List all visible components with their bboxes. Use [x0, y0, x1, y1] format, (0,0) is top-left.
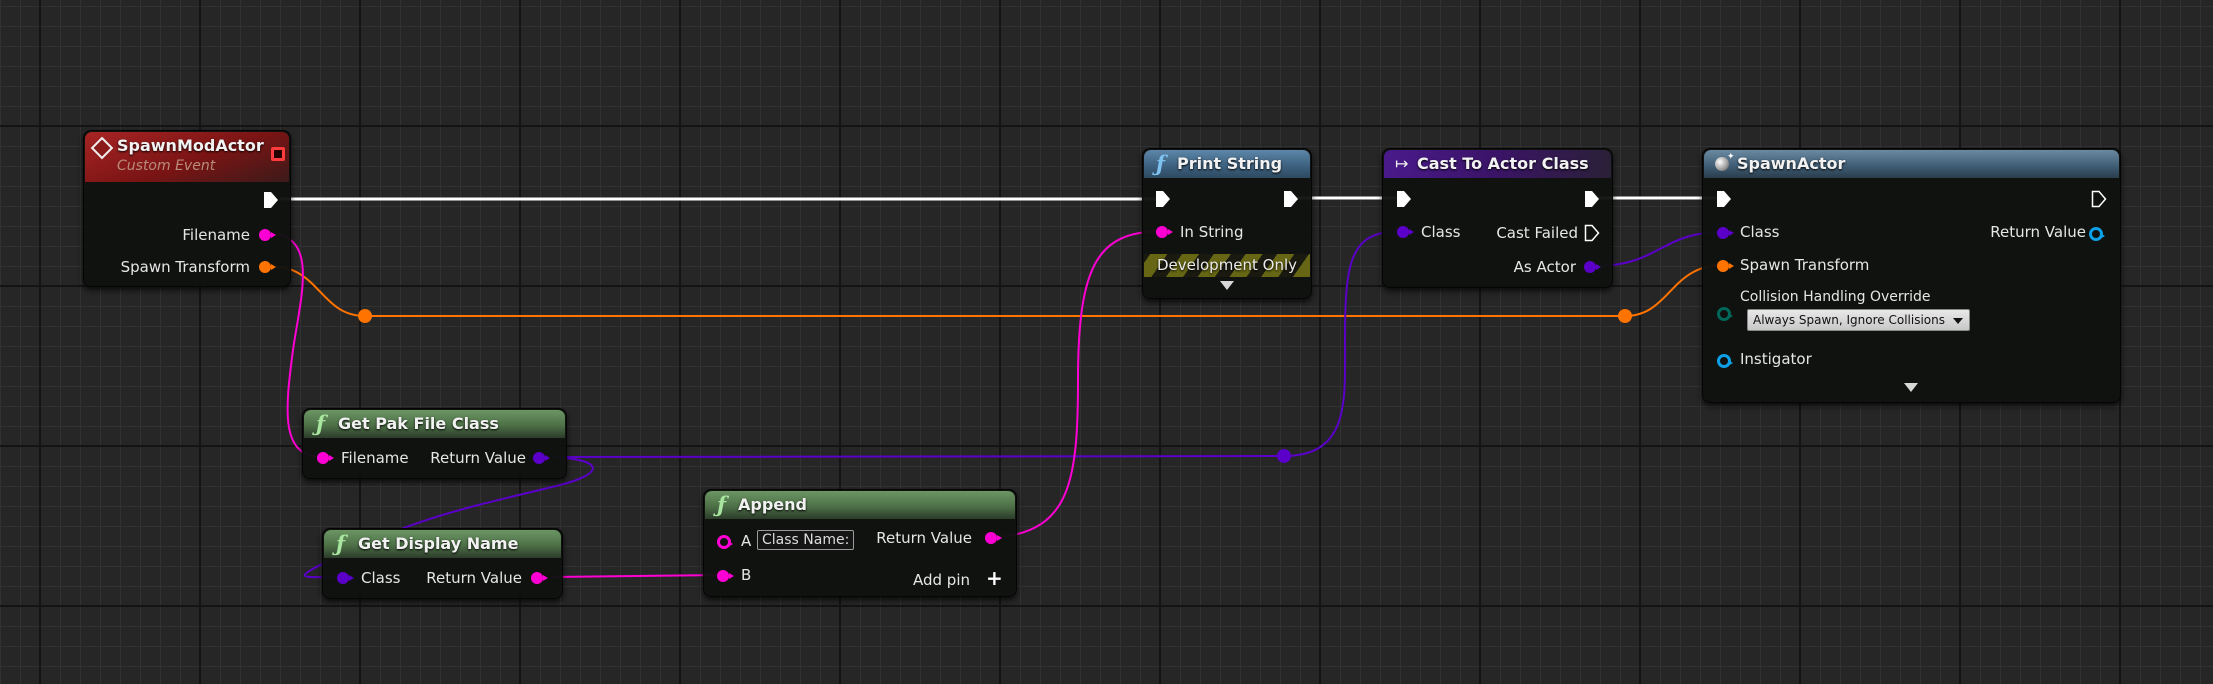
- pin-label-class: Class: [1740, 223, 1780, 241]
- node-title: Get Pak File Class: [338, 414, 499, 433]
- spawn-transform-output-pin[interactable]: [259, 261, 276, 273]
- node-spawn-actor[interactable]: ✦ SpawnActor Class Return Value Spawn Tr…: [1702, 148, 2121, 403]
- pin-label-return-value: Return Value: [1990, 223, 2086, 241]
- exec-in-pin[interactable]: [1396, 190, 1412, 208]
- cast-arrow-icon: ↦: [1395, 154, 1409, 173]
- development-only-label: Development Only: [1156, 256, 1298, 274]
- node-append[interactable]: ƒ Append A Class Name: Return Value B Ad…: [703, 489, 1017, 597]
- function-icon: ƒ: [1156, 151, 1166, 176]
- delegate-pin-icon[interactable]: [271, 147, 285, 161]
- append-to-print-wire[interactable]: [999, 230, 1163, 538]
- class-input-pin[interactable]: [1397, 226, 1414, 238]
- return-value-output-pin[interactable]: [985, 532, 1002, 544]
- return-value-output-pin[interactable]: [2089, 227, 2105, 241]
- exec-out-pin[interactable]: [2091, 190, 2107, 208]
- class-input-pin[interactable]: [1717, 227, 1734, 239]
- collision-handling-value: Always Spawn, Ignore Collisions: [1753, 313, 1945, 327]
- pin-label-class: Class: [1421, 223, 1461, 241]
- filename-output-pin[interactable]: [259, 229, 276, 241]
- pin-label-class: Class: [361, 569, 401, 587]
- return-value-output-pin[interactable]: [531, 572, 548, 584]
- function-icon: ƒ: [316, 411, 326, 436]
- cast-failed-exec-pin[interactable]: [1584, 224, 1600, 242]
- collision-handling-dropdown[interactable]: Always Spawn, Ignore Collisions: [1747, 309, 1970, 331]
- pin-label-in-string: In String: [1180, 223, 1244, 241]
- pin-label-cast-failed: Cast Failed: [1496, 224, 1578, 242]
- return-value-output-pin[interactable]: [533, 452, 550, 464]
- in-string-input-pin[interactable]: [1156, 226, 1173, 238]
- collision-handling-input-pin[interactable]: [1717, 307, 1733, 321]
- node-cast-to-actor-class[interactable]: ↦ Cast To Actor Class Class Cast Failed …: [1382, 148, 1613, 288]
- pin-label-a: A: [741, 532, 752, 550]
- node-subtitle: Custom Event: [117, 158, 216, 174]
- a-value-input[interactable]: Class Name:: [757, 530, 855, 550]
- pin-label-collision-handling-override: Collision Handling Override: [1740, 289, 1931, 305]
- development-only-banner: Development Only: [1144, 254, 1310, 277]
- pin-label-instigator: Instigator: [1740, 350, 1812, 368]
- node-title: Get Display Name: [358, 534, 519, 553]
- node-title: Cast To Actor Class: [1417, 154, 1589, 173]
- plus-icon[interactable]: +: [986, 566, 1003, 590]
- node-spawn-mod-actor[interactable]: SpawnModActor Custom Event Filename Spaw…: [83, 130, 291, 287]
- filename-input-pin[interactable]: [317, 452, 334, 464]
- a-input-pin[interactable]: [717, 535, 733, 549]
- pin-label-b: B: [741, 566, 752, 584]
- node-title: SpawnModActor: [117, 136, 264, 155]
- node-title: Print String: [1177, 154, 1283, 173]
- spark-icon: ✦: [1727, 152, 1735, 162]
- node-get-pak-file-class[interactable]: ƒ Get Pak File Class Filename Return Val…: [302, 408, 567, 479]
- add-pin-button[interactable]: Add pin: [913, 571, 970, 589]
- node-print-string[interactable]: ƒ Print String In String Development Onl…: [1142, 148, 1312, 299]
- reroute-knot-transform-left[interactable]: [358, 309, 372, 323]
- exec-in-pin[interactable]: [1155, 190, 1171, 208]
- node-get-display-name[interactable]: ƒ Get Display Name Class Return Value: [322, 528, 563, 599]
- expand-arrow-icon[interactable]: [1220, 281, 1234, 290]
- pin-label-as-actor: As Actor: [1513, 258, 1576, 276]
- node-title: SpawnActor: [1737, 154, 1846, 173]
- pin-label-return-value: Return Value: [426, 569, 522, 587]
- exec-out-pin[interactable]: [263, 191, 279, 209]
- pin-label-filename: Filename: [341, 449, 409, 467]
- exec-in-pin[interactable]: [1716, 190, 1732, 208]
- function-icon: ƒ: [336, 531, 346, 556]
- instigator-input-pin[interactable]: [1717, 354, 1733, 368]
- pin-label-spawn-transform: Spawn Transform: [1740, 256, 1870, 274]
- reroute-knot-class[interactable]: [1277, 449, 1291, 463]
- spawn-transform-input-pin[interactable]: [1717, 260, 1734, 272]
- b-input-pin[interactable]: [717, 570, 734, 582]
- function-icon: ƒ: [717, 492, 727, 517]
- display-name-to-append-wire[interactable]: [551, 574, 723, 578]
- pin-label-return-value: Return Value: [430, 449, 526, 467]
- exec-out-pin[interactable]: [1283, 190, 1299, 208]
- pin-label-return-value: Return Value: [876, 529, 972, 547]
- chevron-down-icon: [1953, 318, 1963, 324]
- pin-label-spawn-transform: Spawn Transform: [120, 258, 250, 276]
- exec-out-pin[interactable]: [1584, 190, 1600, 208]
- pin-label-filename: Filename: [182, 226, 250, 244]
- node-title: Append: [738, 495, 807, 514]
- reroute-knot-transform-right[interactable]: [1618, 309, 1632, 323]
- class-input-pin[interactable]: [337, 572, 354, 584]
- expand-arrow-icon[interactable]: [1904, 383, 1918, 392]
- as-actor-output-pin[interactable]: [1584, 261, 1601, 273]
